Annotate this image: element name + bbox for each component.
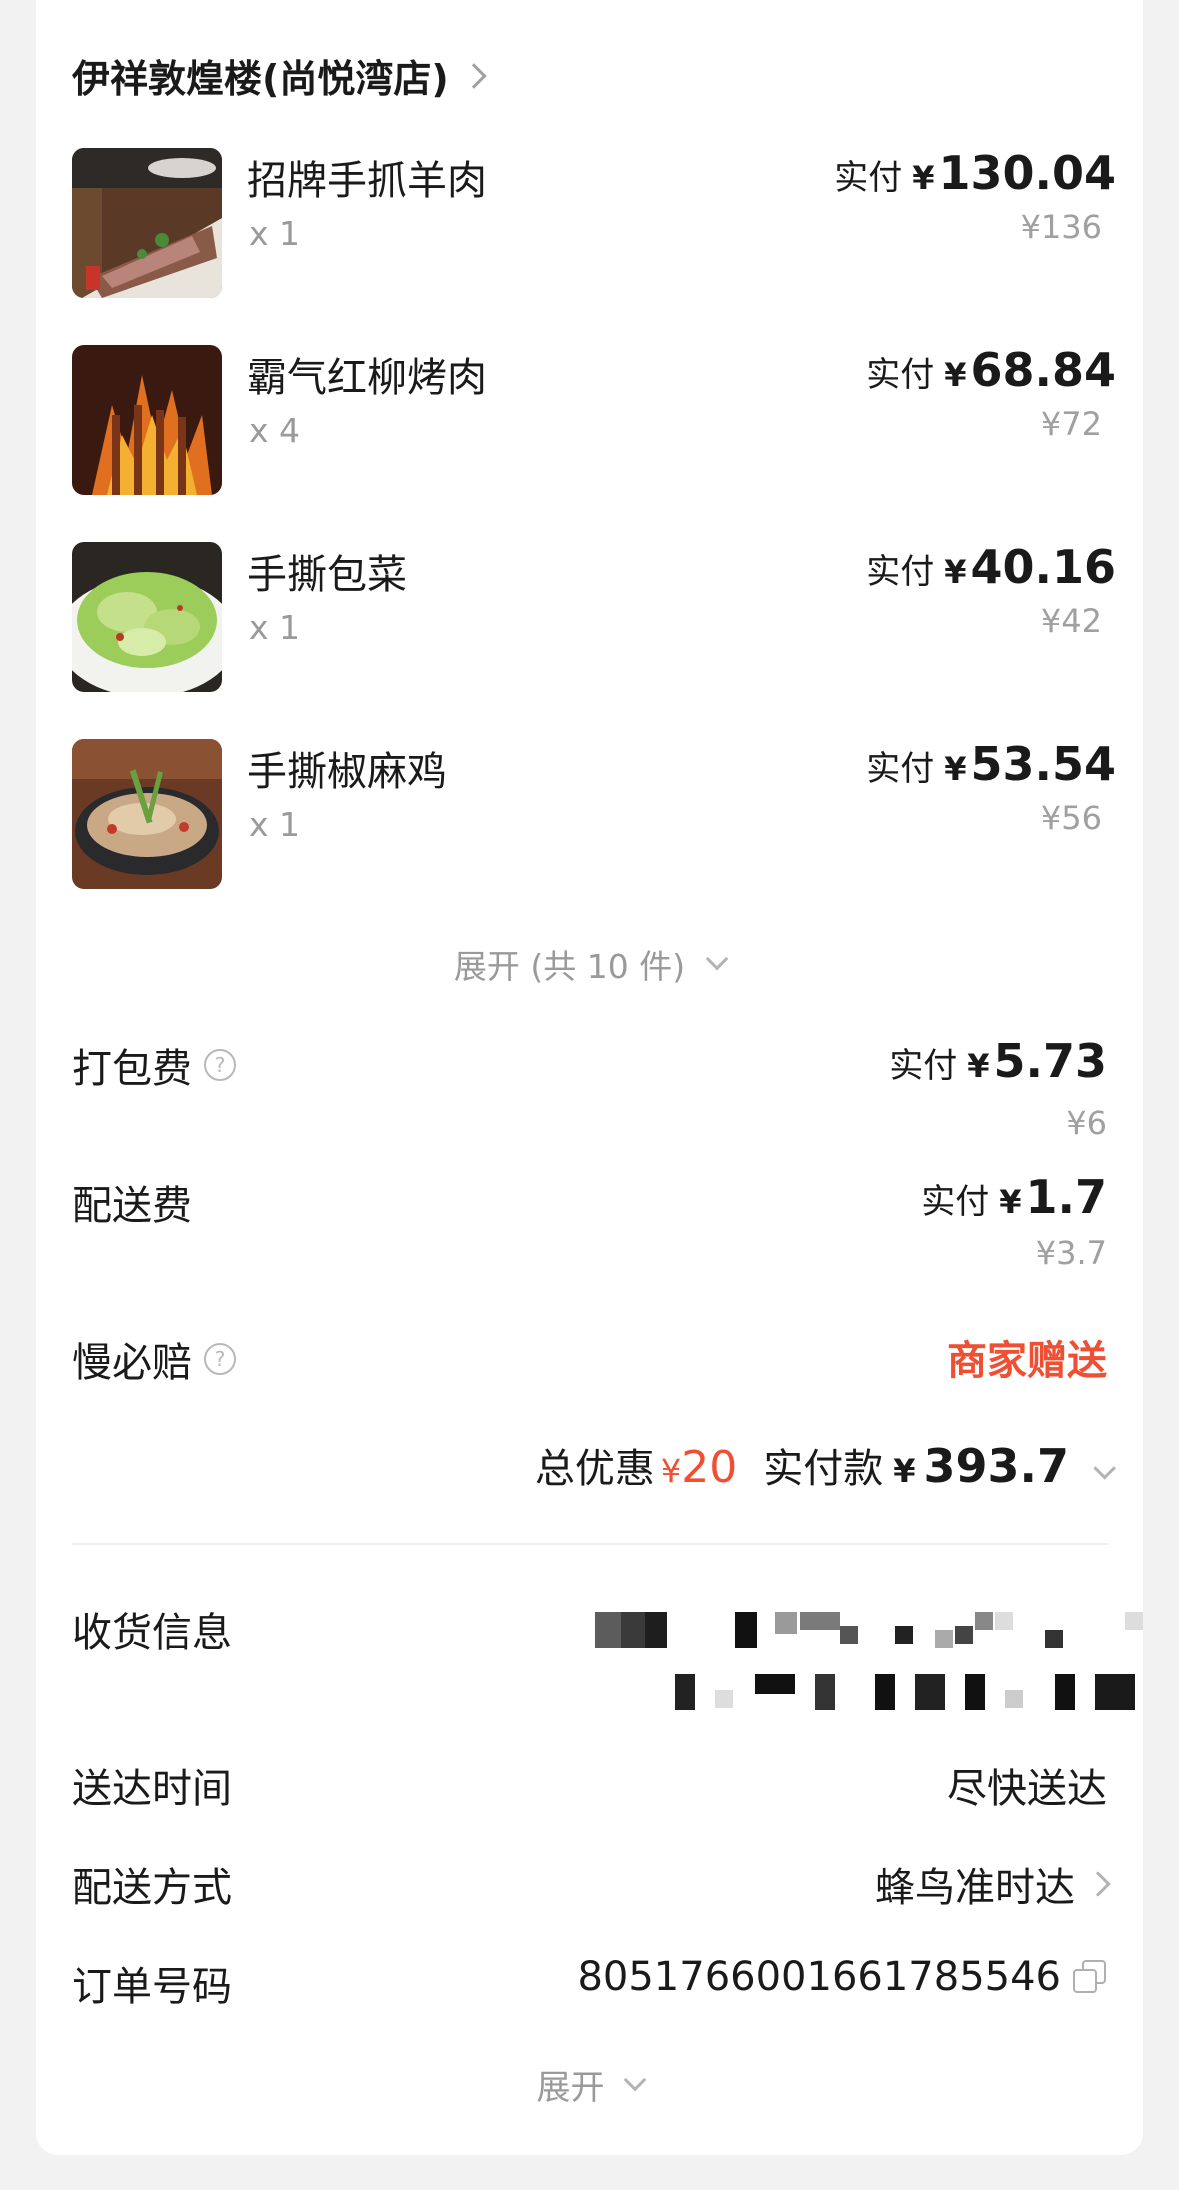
dish-quantity: x 1 [249, 805, 301, 844]
dish-row[interactable]: 手撕椒麻鸡 x 1 实付 ¥ 53.54 ¥56 [72, 737, 1116, 889]
order-detail-card: 伊祥敦煌楼(尚悦湾店) 招牌手抓羊肉 x 1 实付 ¥ 130.04 ¥136 … [36, 0, 1143, 2155]
merchant-gift-label: 商家赠送 [947, 1338, 1107, 1384]
paid-label: 实付 [866, 749, 935, 789]
currency-symbol: ¥ [967, 1047, 990, 1085]
discount-label: 总优惠 [534, 1446, 655, 1492]
dish-row[interactable]: 手撕包菜 x 1 实付 ¥ 40.16 ¥42 [72, 540, 1116, 692]
help-icon[interactable]: ? [204, 1049, 236, 1081]
currency-symbol: ¥ [944, 750, 967, 788]
packing-fee-original: ¥6 [1066, 1104, 1107, 1142]
paid-amount: 1.7 [1025, 1170, 1108, 1224]
total-paid-amount: 393.7 [923, 1439, 1069, 1493]
discount-currency: ¥ [660, 1452, 682, 1490]
delivery-fee-paid: 实付 ¥ 1.7 [921, 1170, 1107, 1224]
paid-label: 实付 [921, 1182, 990, 1222]
chevron-down-icon [705, 947, 729, 971]
dish-name: 霸气红柳烤肉 [247, 355, 487, 401]
paid-label: 实付 [834, 158, 903, 198]
original-price: ¥56 [1040, 799, 1102, 837]
currency-symbol: ¥ [999, 1183, 1022, 1221]
store-name: 伊祥敦煌楼(尚悦湾店) [72, 57, 449, 101]
address-label: 收货信息 [72, 1610, 232, 1656]
delivery-method-label: 配送方式 [72, 1865, 232, 1911]
paid-amount: 40.16 [970, 540, 1116, 594]
expand-details-label: 展开 [536, 2068, 605, 2108]
lamb-dish-image [72, 148, 222, 298]
late-compensation-label: 慢必赔 [72, 1340, 192, 1386]
original-price: ¥72 [1040, 405, 1102, 443]
dish-paid-price: 实付 ¥ 53.54 [866, 737, 1116, 791]
chevron-right-icon [1085, 1871, 1111, 1897]
help-icon[interactable]: ? [204, 1343, 236, 1375]
dish-quantity: x 1 [249, 608, 301, 647]
delivery-method-value: 蜂鸟准时达 [875, 1865, 1075, 1911]
packing-fee-row: 打包费 ? [72, 1036, 236, 1094]
paid-amount: 5.73 [993, 1034, 1108, 1088]
skewer-dish-image [72, 345, 222, 495]
dish-row[interactable]: 招牌手抓羊肉 x 1 实付 ¥ 130.04 ¥136 [72, 146, 1116, 298]
order-number-value: 8051766001661785546 [577, 1954, 1061, 2000]
packing-fee-label: 打包费 [72, 1046, 192, 1092]
delivery-fee-label: 配送费 [72, 1183, 192, 1229]
late-compensation-row: 慢必赔 ? [72, 1330, 236, 1388]
dish-paid-price: 实付 ¥ 68.84 [866, 343, 1116, 397]
order-number-label: 订单号码 [72, 1964, 232, 2010]
original-price: ¥136 [1020, 208, 1102, 246]
chevron-right-icon [461, 62, 487, 89]
delivery-time-label: 送达时间 [72, 1766, 232, 1812]
paid-amount: 130.04 [938, 146, 1116, 200]
paid-amount: 68.84 [970, 343, 1116, 397]
address-redacted [555, 1590, 1155, 1720]
total-currency: ¥ [893, 1452, 916, 1490]
paid-amount: 53.54 [970, 737, 1116, 791]
delivery-fee-row: 配送费 [72, 1173, 192, 1231]
dish-name: 手撕椒麻鸡 [247, 749, 447, 795]
dish-name: 招牌手抓羊肉 [247, 158, 487, 204]
currency-symbol: ¥ [912, 159, 935, 197]
delivery-time-value: 尽快送达 [947, 1766, 1107, 1812]
copy-icon[interactable] [1073, 1960, 1107, 1994]
paid-label: 实付 [866, 552, 935, 592]
expand-details-button[interactable]: 展开 [36, 2060, 1143, 2109]
dish-quantity: x 1 [249, 214, 301, 253]
original-price: ¥42 [1040, 602, 1102, 640]
dish-row[interactable]: 霸气红柳烤肉 x 4 实付 ¥ 68.84 ¥72 [72, 343, 1116, 495]
dish-quantity: x 4 [249, 411, 301, 450]
packing-fee-paid: 实付 ¥ 5.73 [889, 1034, 1107, 1088]
dish-name: 手撕包菜 [247, 552, 407, 598]
delivery-method-link[interactable]: 蜂鸟准时达 [875, 1855, 1111, 1913]
chevron-down-icon [1093, 1457, 1116, 1480]
chevron-down-icon [623, 2068, 646, 2091]
discount-amount: 20 [681, 1442, 738, 1493]
total-paid-label: 实付款 [763, 1446, 884, 1492]
currency-symbol: ¥ [944, 356, 967, 394]
order-number-row: 8051766001661785546 [577, 1954, 1107, 2000]
expand-items-button[interactable]: 展开 (共 10 件) [36, 940, 1143, 988]
currency-symbol: ¥ [944, 553, 967, 591]
paid-label: 实付 [866, 355, 935, 395]
delivery-fee-original: ¥3.7 [1035, 1234, 1107, 1272]
store-name-link[interactable]: 伊祥敦煌楼(尚悦湾店) [72, 48, 487, 103]
order-totals[interactable]: 总优惠 ¥ 20 实付款 ¥ 393.7 [534, 1436, 1116, 1494]
dish-paid-price: 实付 ¥ 130.04 [834, 146, 1116, 200]
divider [72, 1543, 1108, 1545]
chicken-dish-image [72, 739, 222, 889]
cabbage-dish-image [72, 542, 222, 692]
expand-items-label: 展开 (共 10 件) [453, 947, 686, 986]
paid-label: 实付 [889, 1046, 958, 1086]
dish-paid-price: 实付 ¥ 40.16 [866, 540, 1116, 594]
